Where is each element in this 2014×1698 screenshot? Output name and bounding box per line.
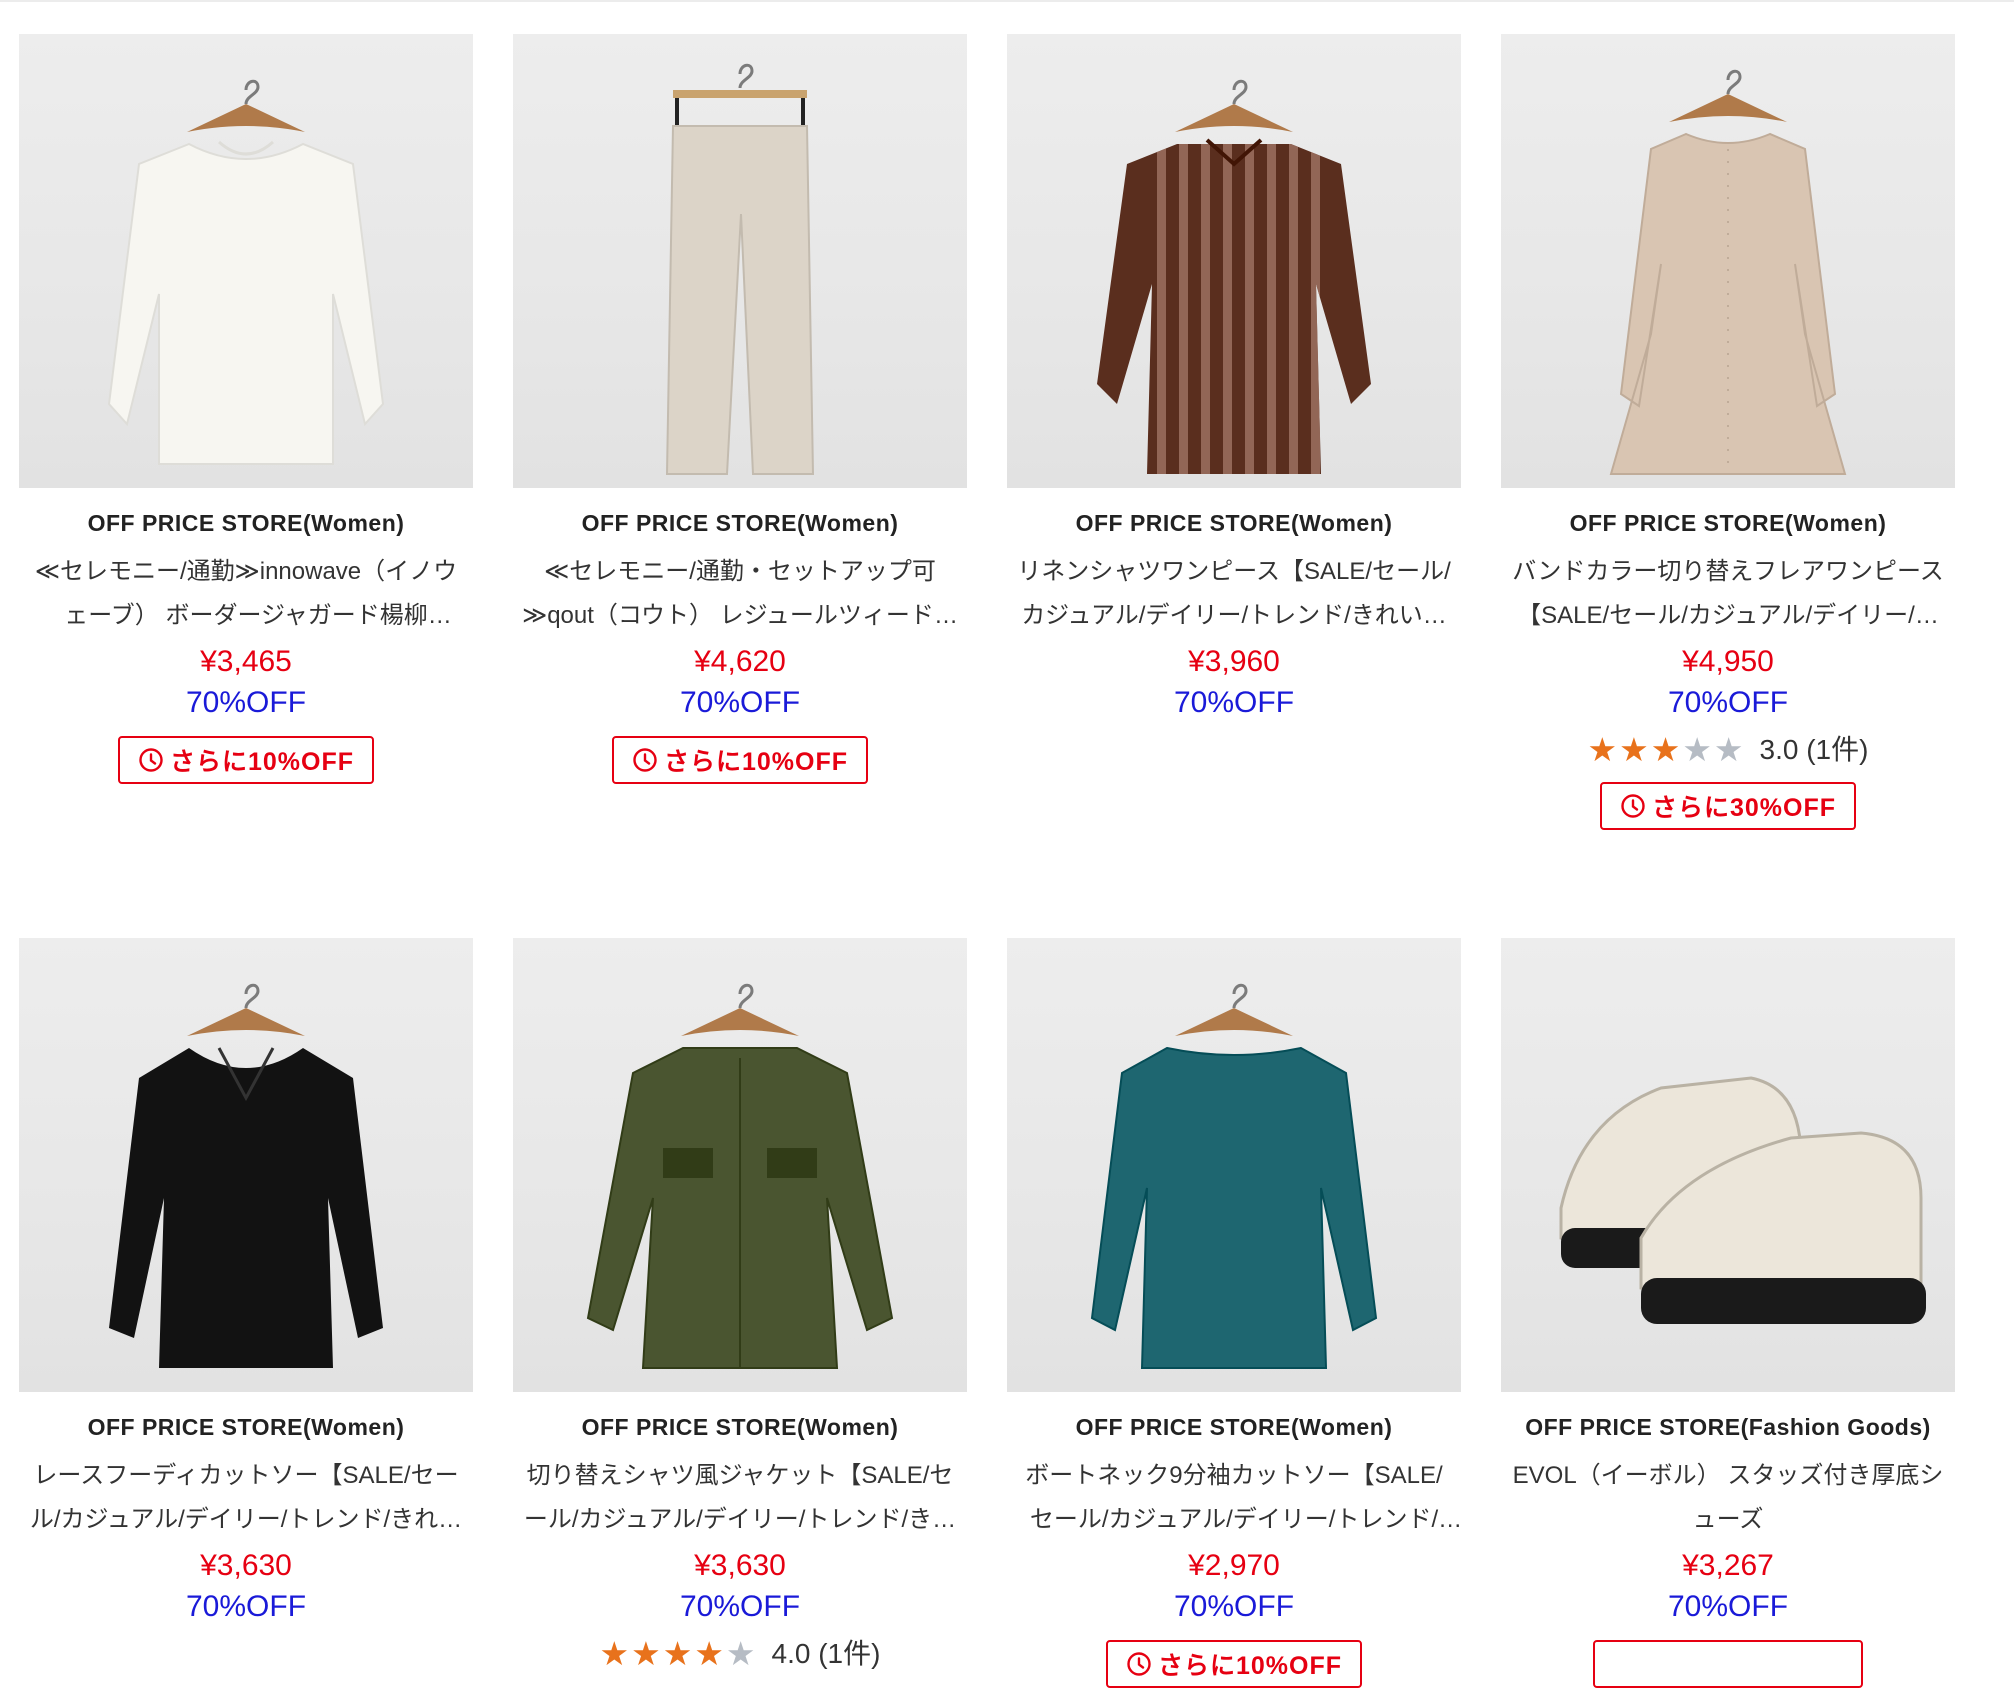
star-icon: ★ [599, 1635, 630, 1672]
star-icon: ★ [694, 1635, 724, 1672]
star-icon: ★ [725, 1635, 756, 1672]
product-brand: OFF PRICE STORE(Women) [1569, 510, 1887, 536]
product-price: ¥3,465 [200, 645, 292, 678]
product-title[interactable]: レースフーディカットソー【SALE/セール/カジュアル/デイリー/トレンド/きれ… [19, 1454, 473, 1542]
top-divider [0, 0, 2014, 2]
extra-discount-badge[interactable]: さらに30%OFF [1599, 782, 1857, 830]
product-brand: OFF PRICE STORE(Women) [581, 510, 899, 536]
product-price: ¥3,630 [200, 1549, 292, 1582]
product-image[interactable] [1007, 34, 1461, 488]
product-price: ¥2,970 [1188, 1549, 1280, 1582]
product-brand: OFF PRICE STORE(Women) [87, 1414, 405, 1440]
review-rating[interactable]: ★ ★ ★ ★ ★ 3.0 (1件) [1501, 730, 1955, 770]
star-icon: ★ [631, 1635, 661, 1672]
discount-rate: 70%OFF [1173, 686, 1295, 719]
star-icon: ★ [662, 1635, 693, 1672]
discount-rate: 70%OFF [1173, 1590, 1295, 1623]
discount-rate: 70%OFF [679, 1590, 801, 1623]
clock-icon [138, 747, 164, 773]
star-icon: ★ [1619, 731, 1649, 768]
product-brand: OFF PRICE STORE(Women) [87, 510, 405, 536]
product-title[interactable]: ボートネック9分袖カットソー【SALE/セール/カジュアル/デイリー/トレンド/… [1007, 1454, 1461, 1542]
product-card[interactable]: OFF PRICE STORE(Women) ≪セレモニー/通勤・セットアップ可… [513, 34, 967, 784]
product-image[interactable] [1007, 938, 1461, 1392]
product-price: ¥3,630 [694, 1549, 786, 1582]
product-price: ¥3,267 [1682, 1549, 1774, 1582]
extra-discount-badge[interactable]: さらに10%OFF [611, 736, 869, 784]
product-brand: OFF PRICE STORE(Fashion Goods) [1525, 1414, 1931, 1440]
clock-icon [632, 747, 658, 773]
star-icon: ★ [1587, 731, 1618, 768]
product-card[interactable]: OFF PRICE STORE(Women) リネンシャツワンピース【SALE/… [1007, 34, 1461, 724]
product-image[interactable] [1501, 34, 1955, 488]
star-icon: ★ [1682, 731, 1712, 768]
star-icon: ★ [1713, 731, 1744, 768]
product-image[interactable] [19, 938, 473, 1392]
discount-rate: 70%OFF [1667, 686, 1789, 719]
product-brand: OFF PRICE STORE(Women) [1075, 510, 1393, 536]
star-icon: ★ [1650, 731, 1681, 768]
product-card[interactable]: OFF PRICE STORE(Women) ボートネック9分袖カットソー【SA… [1007, 938, 1461, 1688]
review-summary: 3.0 (1件) [1759, 734, 1869, 765]
product-card[interactable]: OFF PRICE STORE(Women) レースフーディカットソー【SALE… [19, 938, 473, 1628]
extra-discount-badge[interactable]: さらに10%OFF [1105, 1640, 1363, 1688]
clock-icon [1126, 1651, 1152, 1677]
product-price: ¥4,620 [694, 645, 786, 678]
product-title[interactable]: 切り替えシャツ風ジャケット【SALE/セール/カジュアル/デイリー/トレンド/き… [513, 1454, 967, 1542]
clock-icon [1620, 793, 1646, 819]
discount-rate: 70%OFF [185, 686, 307, 719]
extra-discount-badge[interactable] [1593, 1640, 1863, 1688]
product-card[interactable]: OFF PRICE STORE(Fashion Goods) EVOL（イーボル… [1501, 938, 1955, 1693]
product-price: ¥3,960 [1188, 645, 1280, 678]
discount-rate: 70%OFF [185, 1590, 307, 1623]
product-title[interactable]: EVOL（イーボル） スタッズ付き厚底シューズ [1501, 1454, 1955, 1542]
product-title[interactable]: ≪セレモニー/通勤≫innowave（イノウェーブ） ボーダージャガード楊柳2W… [19, 550, 473, 638]
extra-discount-label: さらに10%OFF [169, 748, 355, 776]
product-brand: OFF PRICE STORE(Women) [1075, 1414, 1393, 1440]
product-title[interactable]: ≪セレモニー/通勤・セットアップ可≫qout（コウト） レジュールツィードテーパ… [513, 550, 967, 638]
product-brand: OFF PRICE STORE(Women) [581, 1414, 899, 1440]
product-image[interactable] [513, 938, 967, 1392]
product-card[interactable]: OFF PRICE STORE(Women) バンドカラー切り替えフレアワンピー… [1501, 34, 1955, 830]
review-rating[interactable]: ★ ★ ★ ★ ★ 4.0 (1件) [513, 1634, 967, 1674]
product-title[interactable]: リネンシャツワンピース【SALE/セール/カジュアル/デイリー/トレンド/きれい… [1007, 550, 1461, 638]
product-title[interactable]: バンドカラー切り替えフレアワンピース【SALE/セール/カジュアル/デイリー/… [1501, 550, 1955, 638]
product-image[interactable] [1501, 938, 1955, 1392]
product-image[interactable] [19, 34, 473, 488]
product-card[interactable]: OFF PRICE STORE(Women) ≪セレモニー/通勤≫innowav… [19, 34, 473, 784]
extra-discount-label: さらに10%OFF [663, 748, 849, 776]
product-price: ¥4,950 [1682, 645, 1774, 678]
extra-discount-label: さらに10%OFF [1157, 1652, 1343, 1680]
discount-rate: 70%OFF [1667, 1590, 1789, 1623]
extra-discount-label: さらに30%OFF [1651, 794, 1837, 822]
discount-rate: 70%OFF [679, 686, 801, 719]
review-summary: 4.0 (1件) [771, 1638, 881, 1669]
extra-discount-badge[interactable]: さらに10%OFF [117, 736, 375, 784]
product-image[interactable] [513, 34, 967, 488]
product-card[interactable]: OFF PRICE STORE(Women) 切り替えシャツ風ジャケット【SAL… [513, 938, 967, 1674]
